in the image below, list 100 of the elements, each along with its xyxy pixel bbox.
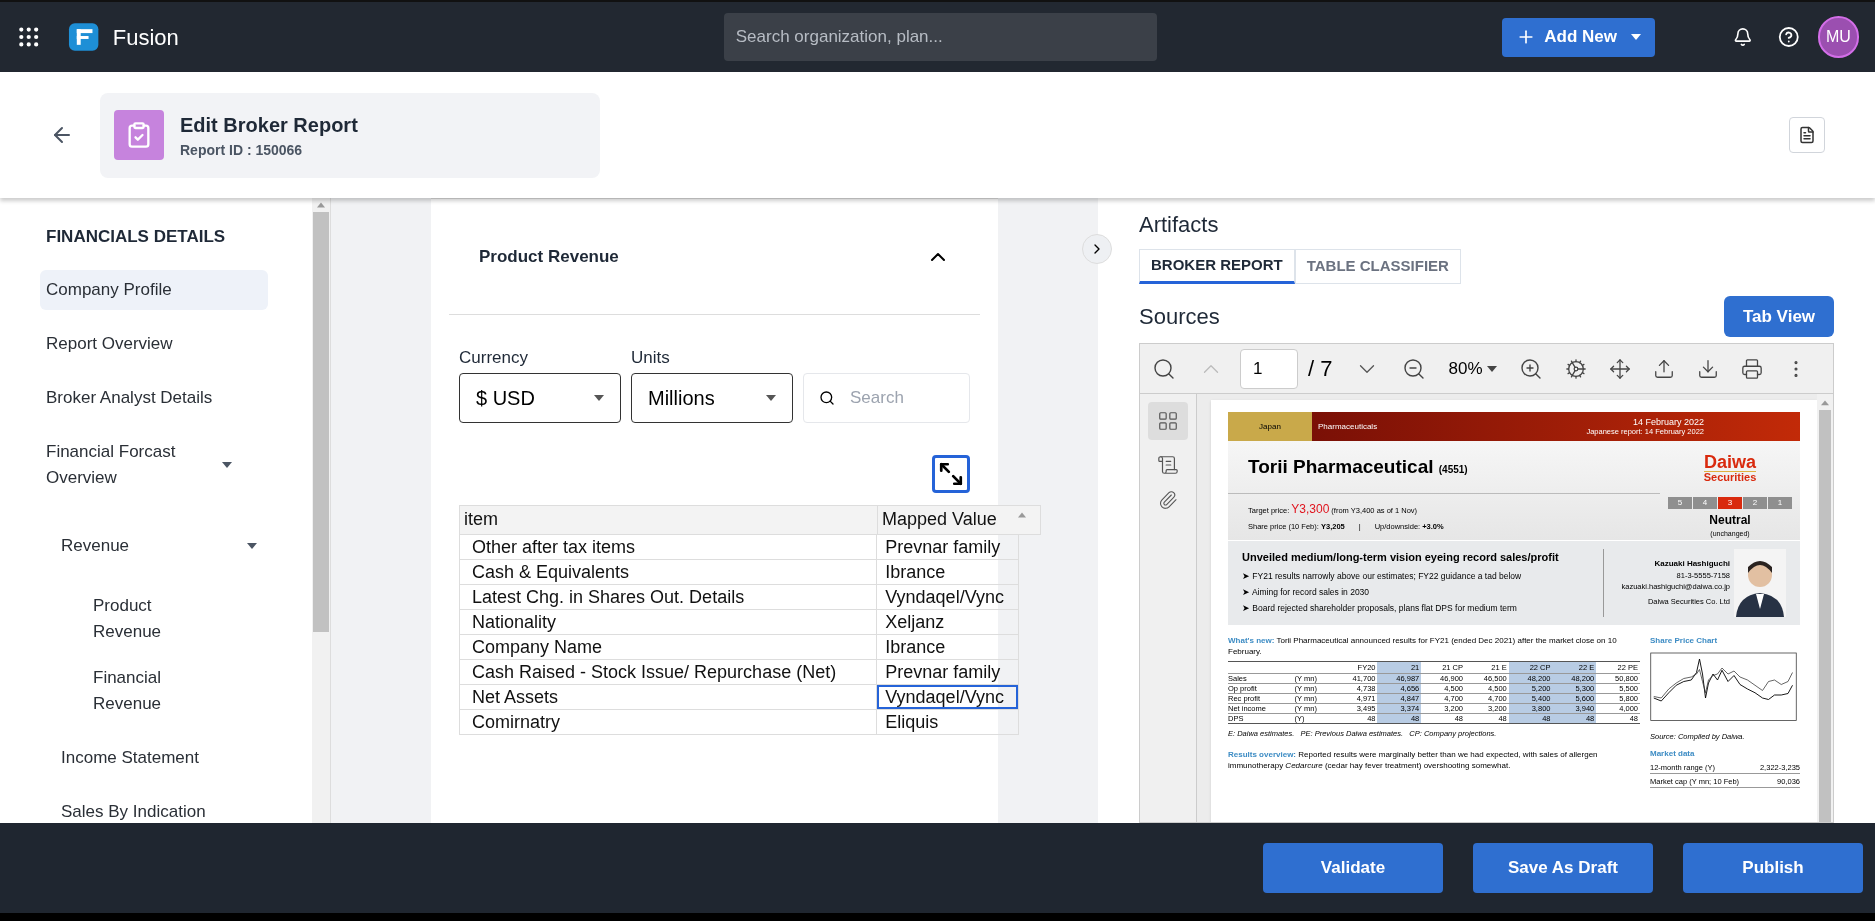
- sector-label: Pharmaceuticals: [1318, 420, 1378, 433]
- field-label: Currency: [459, 347, 529, 369]
- section-title: Product Revenue: [479, 245, 619, 268]
- tab-view-button[interactable]: Tab View: [1724, 296, 1834, 337]
- sidebar-item[interactable]: Income Statement: [61, 737, 289, 778]
- table-cell: Comirnatry: [460, 709, 878, 734]
- tab[interactable]: TABLE CLASSIFIER: [1294, 249, 1461, 284]
- footer-button[interactable]: Publish: [1683, 843, 1863, 893]
- report-id: Report ID : 150066: [180, 140, 304, 160]
- user-avatar[interactable]: MU: [1817, 16, 1859, 58]
- bullet-point: ➤ Board rejected shareholder proposals, plans flat DPS for medium term: [1242, 601, 1518, 615]
- print-icon[interactable]: [1740, 357, 1763, 380]
- zoom-level[interactable]: 80%: [1448, 355, 1483, 382]
- page-number-field[interactable]: 1: [1240, 348, 1298, 389]
- rating-step: 3: [1718, 497, 1742, 509]
- dropdown[interactable]: $ USD: [459, 372, 621, 423]
- page-title: Edit Broker Report: [180, 112, 358, 138]
- thumbnails-icon[interactable]: [1157, 410, 1179, 432]
- sidebar-item[interactable]: Broker Analyst Details: [46, 377, 274, 418]
- expand-button[interactable]: [932, 454, 970, 493]
- scroll-up-icon: [1821, 400, 1829, 406]
- table-cell[interactable]: Ibrance: [877, 634, 1018, 659]
- column-header: Mapped Value: [881, 507, 998, 531]
- outline-icon[interactable]: [1157, 454, 1179, 476]
- bullet-point: ➤ Aiming for record sales in 2030: [1242, 585, 1371, 599]
- rating: Neutral: [1709, 512, 1751, 529]
- table-cell: Cash Raised - Stock Issue/ Repurchase (Net): [460, 659, 878, 684]
- move-icon[interactable]: [1608, 357, 1631, 380]
- table-cell: Cash & Equivalents: [460, 559, 878, 584]
- caret-icon: [594, 394, 604, 401]
- sidebar-item[interactable]: Report Overview: [46, 323, 274, 364]
- notification-icon[interactable]: [1732, 27, 1753, 47]
- scroll-up-icon: [317, 202, 325, 208]
- sidebar-item[interactable]: Sales By Indication: [61, 791, 289, 823]
- scrollbar-thumb[interactable]: [313, 212, 329, 632]
- attachment-icon[interactable]: [1158, 490, 1178, 510]
- report-date: 14 February 2022: [1632, 416, 1704, 427]
- dropdown[interactable]: Millions: [631, 372, 793, 423]
- target-price: Y3,300: [1291, 501, 1330, 518]
- whats-new-paragraph: What's new: Torii Pharmaceutical announced results for FY21 (ended Dec 2021) after the market close on 10 February.: [1228, 634, 1618, 657]
- scrollbar[interactable]: [1817, 394, 1833, 822]
- caret-icon: [1486, 365, 1497, 372]
- gear-icon[interactable]: [1564, 357, 1587, 380]
- search-field[interactable]: Search organization, plan...: [723, 13, 1158, 61]
- region-label: Japan: [1228, 412, 1312, 441]
- column-header: item: [460, 505, 878, 534]
- sidebar-item[interactable]: Financial Revenue: [93, 657, 203, 724]
- search-icon[interactable]: [1152, 356, 1176, 381]
- table-cell[interactable]: Vyndaqel/Vync: [877, 584, 1018, 609]
- field-label: Units: [631, 347, 671, 369]
- table-cell[interactable]: Prevnar family: [877, 534, 1018, 559]
- attachment-button[interactable]: [1789, 117, 1825, 153]
- sidebar-item[interactable]: Financial Forcast Overview: [46, 431, 206, 498]
- footer-button[interactable]: Validate: [1263, 843, 1443, 893]
- app-name: Fusion: [112, 23, 179, 52]
- help-icon[interactable]: [1778, 26, 1800, 48]
- download-icon[interactable]: [1696, 357, 1719, 380]
- footer-button[interactable]: Save As Draft: [1473, 843, 1653, 893]
- results-overview-paragraph: Results overview: Reported results were marginally better than we had expected, with sales of allergen immunotherapy Cedarcure (cedar hay fever treatment) overshooting somewhat.: [1228, 749, 1599, 771]
- rating-step: 1: [1768, 497, 1792, 509]
- table-cell: Latest Chg. in Shares Out. Details: [460, 584, 878, 609]
- sidebar-item[interactable]: Revenue: [61, 525, 231, 566]
- rating-step: 4: [1693, 497, 1717, 509]
- table-cell[interactable]: Eliquis: [877, 709, 1018, 734]
- table-cell: Company Name: [460, 634, 878, 659]
- table-cell[interactable]: Xeljanz: [877, 609, 1018, 634]
- broker-logo: Daiwa Securities: [1703, 451, 1757, 485]
- tab[interactable]: BROKER REPORT: [1139, 249, 1295, 284]
- table-cell[interactable]: Vyndaqel/Vync: [877, 684, 1018, 709]
- caret-icon: [766, 394, 776, 401]
- sort-icon: [1018, 511, 1026, 518]
- page-count: / 7: [1308, 355, 1333, 383]
- add-new-button[interactable]: Add New: [1502, 17, 1655, 57]
- table-cell[interactable]: Prevnar family: [877, 659, 1018, 684]
- chart-title: Share Price Chart: [1650, 634, 1719, 647]
- table-cell[interactable]: Ibrance: [877, 559, 1018, 584]
- rating-step: 2: [1743, 497, 1767, 509]
- artifacts-title: Artifacts: [1139, 211, 1220, 239]
- market-data-title: Market data: [1650, 747, 1696, 760]
- scrollbar-thumb[interactable]: [1819, 409, 1831, 822]
- sidebar-heading: FINANCIALS DETAILS: [46, 226, 227, 248]
- sidebar-item[interactable]: Product Revenue: [93, 585, 203, 652]
- table-cell: Net Assets: [460, 684, 878, 709]
- expand-icon: [938, 460, 964, 487]
- search-icon: [819, 389, 835, 406]
- company-name: Torii Pharmaceutical (4551): [1248, 454, 1468, 479]
- scrollbar[interactable]: [312, 198, 330, 823]
- rating-step: 5: [1668, 497, 1692, 509]
- caret-icon: [1630, 34, 1641, 40]
- analyst-name: Kazuaki Hashiguchi: [1654, 557, 1730, 570]
- sources-title: Sources: [1139, 303, 1220, 331]
- bullet-point: ➤ FY21 results narrowly above our estimates; FY22 guidance a tad below: [1242, 570, 1523, 583]
- zoom-in-icon[interactable]: [1518, 356, 1543, 381]
- headline: Unveiled medium/long-term vision eyeing record sales/profit: [1242, 549, 1560, 565]
- upload-icon[interactable]: [1652, 357, 1675, 380]
- document-icon: [1798, 126, 1816, 144]
- sidebar-item[interactable]: Company Profile: [40, 269, 268, 310]
- table-cell: Nationality: [460, 609, 878, 634]
- search-field[interactable]: Search: [803, 372, 970, 423]
- table-cell: Other after tax items: [460, 534, 878, 559]
